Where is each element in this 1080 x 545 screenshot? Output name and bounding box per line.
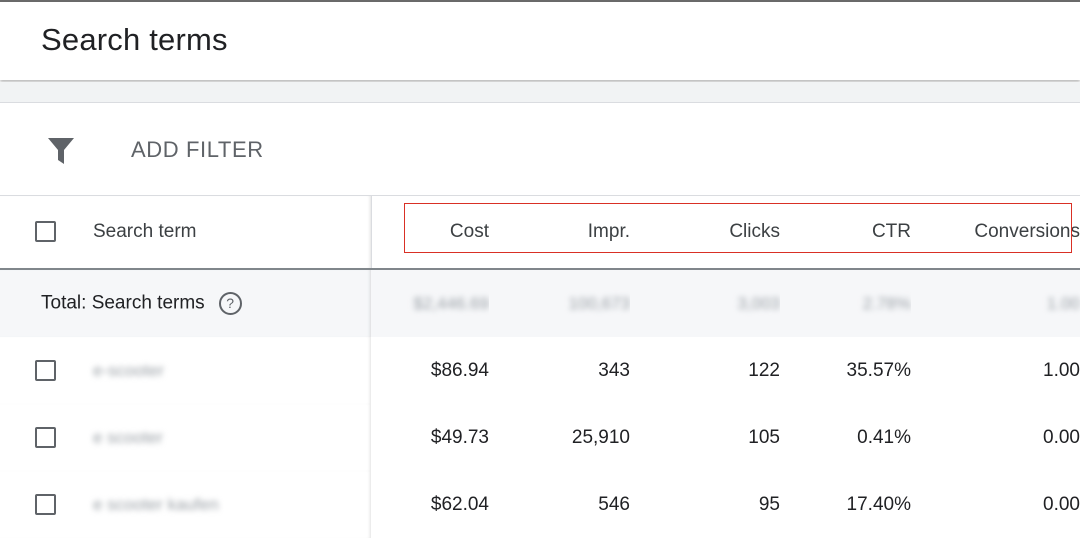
column-header-ctr[interactable]: CTR xyxy=(780,196,911,269)
total-clicks: 3,003 xyxy=(630,269,780,337)
cost-cell: $62.04 xyxy=(430,493,489,515)
table-row[interactable]: e-scooter $86.94 343 122 35.57% 1.00 xyxy=(0,337,1080,404)
row-checkbox[interactable] xyxy=(35,427,56,448)
conversions-cell: 0.00 xyxy=(1043,493,1080,515)
select-all-checkbox[interactable] xyxy=(35,221,56,242)
ctr-cell: 35.57% xyxy=(846,359,911,381)
total-cost: $2,446.69 xyxy=(371,269,489,337)
cost-cell: $49.73 xyxy=(430,426,489,448)
search-term-cell: e-scooter xyxy=(0,337,371,404)
cost-cell: $86.94 xyxy=(430,359,489,381)
column-header-clicks[interactable]: Clicks xyxy=(630,196,780,269)
total-ctr: 2.78% xyxy=(780,269,911,337)
section-gap xyxy=(0,82,1080,102)
total-label-cell: Total: Search terms? xyxy=(0,269,371,337)
impressions-cell: 25,910 xyxy=(571,426,630,448)
impressions-cell: 343 xyxy=(598,359,630,381)
search-term-cell: e scooter kaufen xyxy=(0,471,371,538)
filter-icon[interactable] xyxy=(47,136,75,166)
impressions-cell: 546 xyxy=(598,493,630,515)
column-header-search-term[interactable]: Search term xyxy=(0,196,372,269)
total-impressions: 100,673 xyxy=(489,269,630,337)
column-header-impressions[interactable]: Impr. xyxy=(489,196,630,269)
table-header-row: Search term Cost Impr. Clicks CTR Conver… xyxy=(0,196,1080,269)
ctr-cell: 17.40% xyxy=(846,493,911,515)
row-checkbox[interactable] xyxy=(35,360,56,381)
help-circle-icon[interactable]: ? xyxy=(218,292,242,315)
add-filter-button[interactable]: ADD FILTER xyxy=(131,137,264,163)
conversions-cell: 1.00 xyxy=(1043,359,1080,381)
conversions-cell: 0.00 xyxy=(1043,426,1080,448)
page-title: Search terms xyxy=(41,22,228,57)
clicks-cell: 105 xyxy=(748,426,780,448)
table-row[interactable]: e scooter kaufen $62.04 546 95 17.40% 0.… xyxy=(0,471,1080,538)
search-terms-table: Search term Cost Impr. Clicks CTR Conver… xyxy=(0,196,1080,538)
total-row: Total: Search terms? $2,446.69 100,673 3… xyxy=(0,269,1080,337)
search-terms-card: ADD FILTER Search term Cost Impr. Clicks… xyxy=(0,102,1080,545)
clicks-cell: 95 xyxy=(758,493,780,515)
page-header: Search terms xyxy=(0,2,1080,80)
clicks-cell: 122 xyxy=(748,359,780,381)
table-row[interactable]: e scooter $49.73 25,910 105 0.41% 0.00 xyxy=(0,404,1080,471)
ctr-cell: 0.41% xyxy=(857,426,911,448)
column-header-conversions[interactable]: Conversions xyxy=(911,196,1080,269)
column-header-cost[interactable]: Cost xyxy=(371,196,489,269)
total-label: Total: Search terms xyxy=(41,292,205,314)
search-term-cell: e scooter xyxy=(0,404,371,471)
total-conversions: 1.00 xyxy=(911,269,1080,337)
filter-bar: ADD FILTER xyxy=(0,103,1080,196)
row-checkbox[interactable] xyxy=(35,494,56,515)
